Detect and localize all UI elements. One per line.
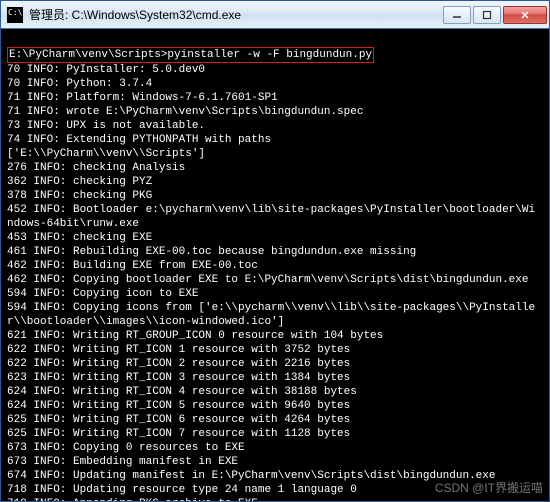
titlebar[interactable]: 管理员: C:\Windows\System32\cmd.exe [1, 1, 549, 29]
log-lines: 70 INFO: PyInstaller: 5.0.dev0 70 INFO: … [7, 63, 543, 501]
command-line-highlight: E:\PyCharm\venv\Scripts>pyinstaller -w -… [7, 47, 374, 63]
close-button[interactable] [503, 6, 547, 24]
maximize-button[interactable] [473, 6, 501, 24]
minimize-button[interactable] [443, 6, 471, 24]
blank-line [7, 33, 543, 47]
cmd-window: 管理员: C:\Windows\System32\cmd.exe E:\PyCh… [0, 0, 550, 502]
window-title: 管理员: C:\Windows\System32\cmd.exe [29, 6, 443, 23]
cmd-icon [7, 7, 23, 23]
terminal-output[interactable]: E:\PyCharm\venv\Scripts>pyinstaller -w -… [1, 29, 549, 501]
window-buttons [443, 6, 547, 24]
